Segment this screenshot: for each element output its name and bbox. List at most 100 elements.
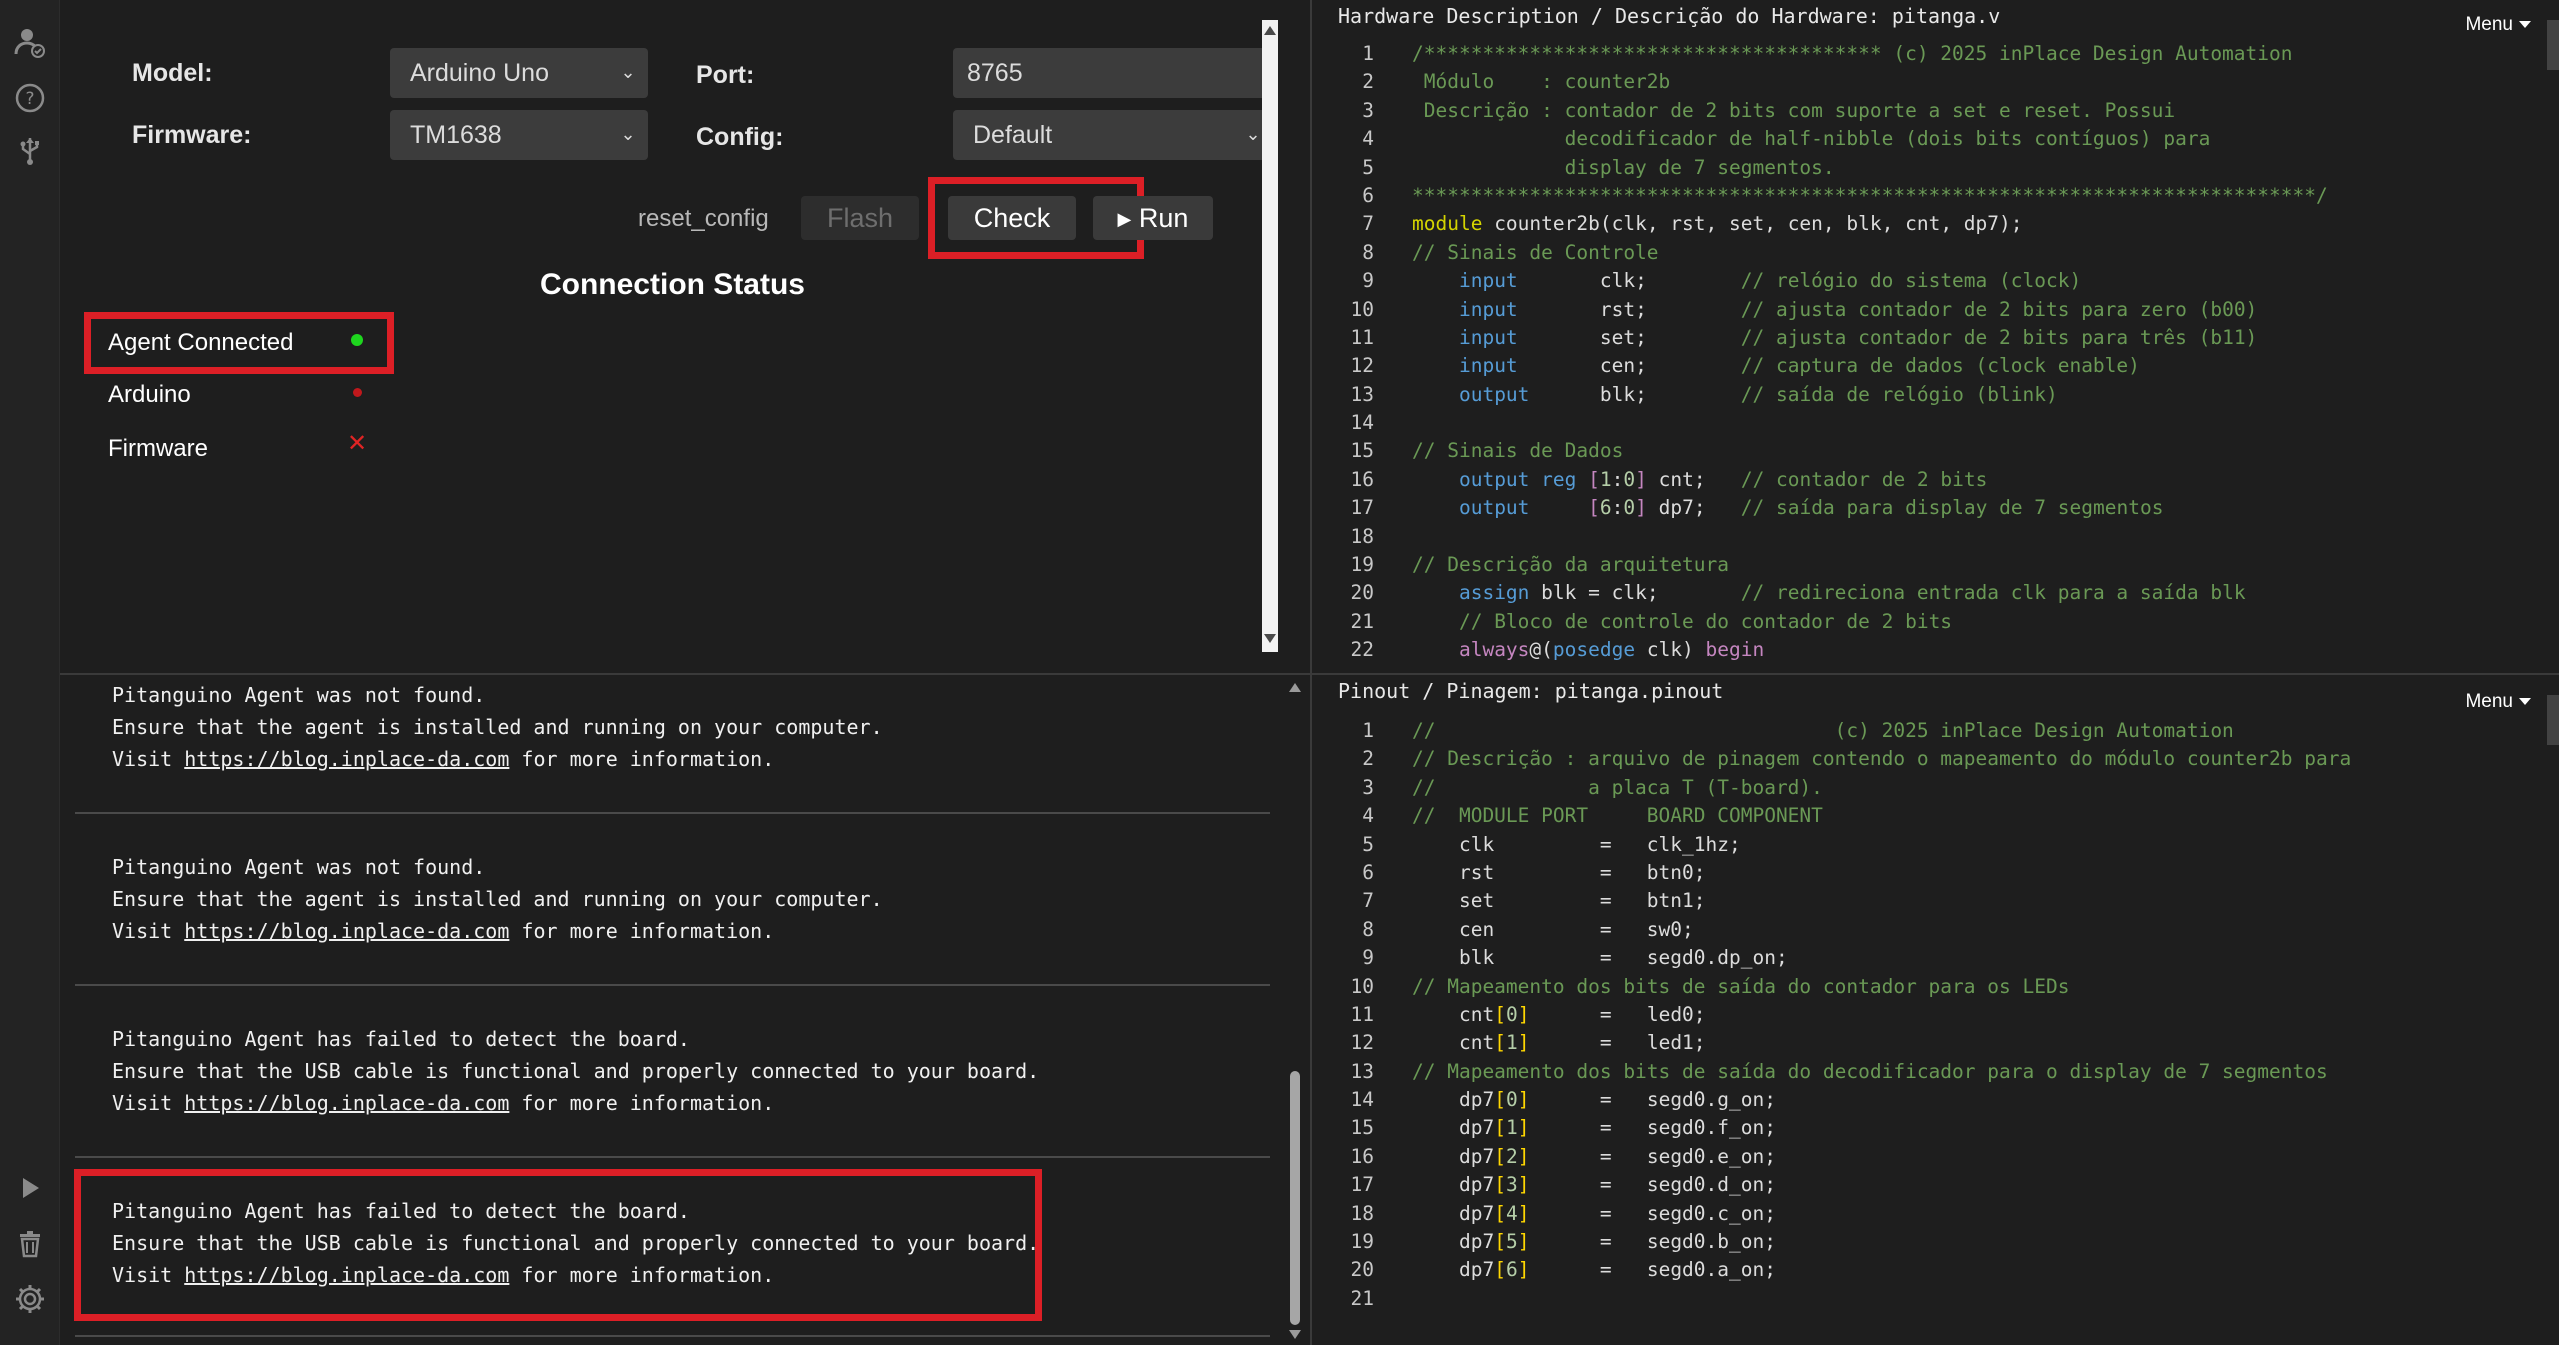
reset-config-link[interactable]: reset_config [638,205,769,233]
flash-button[interactable]: Flash [801,196,919,240]
code-text: decodificador de half-nibble (dois bits … [1412,127,2211,151]
code-text: /***************************************… [1412,42,2293,65]
line-number: 2 [1362,747,1374,771]
line-number: 14 [1350,411,1374,435]
scroll-up-icon[interactable] [1264,26,1276,35]
hardware-editor-title: Hardware Description / Descrição do Hard… [1338,4,2001,28]
last-message-highlight [74,1169,1042,1321]
run-button[interactable]: ▶ Run [1093,196,1213,240]
line-number: 6 [1362,183,1374,207]
code-text: set = btn1; [1412,889,1706,913]
code-text: display de 7 segmentos. [1412,155,1835,179]
pinout-editor-title: Pinout / Pinagem: pitanga.pinout [1338,679,1724,703]
code-text: clk = clk_1hz; [1412,832,1741,856]
svg-text:?: ? [25,89,34,109]
config-scrollbar[interactable] [1262,20,1278,652]
console-scrollbar[interactable] [1285,675,1305,1345]
line-number: 18 [1350,1201,1374,1225]
code-text: ****************************************… [1412,183,2328,207]
code-text: cnt[0] = led0; [1412,1002,1706,1026]
message-line: Pitanguino Agent was not found. [112,855,486,879]
message-line: Visit [112,747,185,771]
line-number: 11 [1350,1002,1374,1026]
code-text: dp7[2] = segd0.e_on; [1412,1144,1776,1168]
code-text: rst = btn0; [1412,860,1706,884]
code-text: dp7[5] = segd0.b_on; [1412,1230,1776,1254]
caret-down-icon [2519,21,2531,29]
code-text: // Descrição da arquitetura [1412,553,1729,577]
firmware-value: TM1638 [410,121,502,149]
message-line: for more information. [509,747,775,771]
code-text: // a placa T (T-board). [1412,775,1823,799]
message-line: Pitanguino Agent was not found. [112,683,486,707]
blog-link[interactable]: https://blog.inplace-da.com [184,1091,509,1115]
code-text: dp7[1] = segd0.f_on; [1412,1116,1776,1140]
pinout-menu-button[interactable]: Menu [2465,691,2531,713]
play-icon[interactable] [14,1172,46,1204]
code-text: blk = segd0.dp_on; [1412,946,1788,970]
settings-icon[interactable] [14,1283,46,1315]
connection-status-title: Connection Status [539,268,805,301]
port-label: Port: [696,61,755,89]
firmware-select[interactable]: TM1638 ⌄ [390,110,648,160]
help-icon[interactable]: ? [14,82,46,114]
model-label: Model: [132,59,213,87]
message-line: Ensure that the agent is installed and r… [112,715,883,739]
divider [75,1335,1270,1337]
user-check-icon[interactable] [14,26,46,58]
divider [75,984,1270,986]
hardware-menu-button[interactable]: Menu [2465,14,2531,36]
line-number: 2 [1362,70,1374,94]
code-text: // MODULE PORT BOARD COMPONENT [1412,804,1823,828]
trash-icon[interactable] [14,1228,46,1260]
blog-link[interactable]: https://blog.inplace-da.com [184,747,509,771]
message-line: Visit [112,919,185,943]
line-number: 5 [1362,155,1374,179]
port-value: 8765 [967,59,1023,87]
console-message: Pitanguino Agent was not found. Ensure t… [112,851,883,947]
line-number: 10 [1350,974,1374,998]
editor-scrollbar[interactable] [2547,695,2559,745]
message-line: Ensure that the agent is installed and r… [112,887,883,911]
agent-status-highlight [84,312,394,374]
usb-icon[interactable] [14,134,46,166]
config-label: Config: [696,123,784,151]
scroll-down-icon[interactable] [1289,1330,1301,1339]
code-text: output [6:0] dp7; // saída para display … [1458,496,2164,520]
scroll-up-icon[interactable] [1289,683,1301,692]
scroll-thumb[interactable] [1290,1071,1300,1325]
port-input[interactable]: 8765 [953,48,1273,98]
line-number: 8 [1362,240,1374,264]
line-number: 21 [1350,609,1374,633]
line-number: 17 [1350,496,1374,520]
firmware-label: Firmware: [132,121,252,149]
line-number: 19 [1350,1230,1374,1254]
message-line: Ensure that the USB cable is functional … [112,1059,1040,1083]
line-number: 12 [1350,1031,1374,1055]
status-firmware-label: Firmware [108,435,208,462]
line-number: 20 [1350,581,1374,605]
line-number: 19 [1350,553,1374,577]
scroll-down-icon[interactable] [1264,634,1276,643]
message-line: for more information. [509,919,775,943]
code-text: // Mapeamento dos bits de saída do decod… [1412,1059,2328,1083]
chevron-down-icon: ⌄ [620,62,636,82]
line-number: 17 [1350,1173,1374,1197]
editor-scrollbar[interactable] [2547,20,2559,70]
status-firmware-fail-icon: ✕ [347,429,368,457]
model-select[interactable]: Arduino Uno ⌄ [390,48,648,98]
code-text: // (c) 2025 inPlace Design Automation [1412,719,2234,742]
message-line: Pitanguino Agent has failed to detect th… [112,1027,690,1051]
menu-label: Menu [2465,14,2513,35]
code-text: module counter2b(clk, rst, set, cen, blk… [1412,212,2023,236]
line-number: 5 [1362,832,1374,856]
code-text: // Bloco de controle do contador de 2 bi… [1458,609,1953,633]
console-message: Pitanguino Agent has failed to detect th… [112,1023,1039,1119]
chevron-down-icon: ⌄ [1245,124,1261,144]
line-number: 3 [1362,775,1374,799]
line-number: 20 [1350,1258,1374,1282]
message-line: for more information. [509,1091,775,1115]
console-panel: Pitanguino Agent was not found. Ensure t… [60,673,1310,1345]
blog-link[interactable]: https://blog.inplace-da.com [184,919,509,943]
config-select[interactable]: Default ⌄ [953,110,1273,160]
